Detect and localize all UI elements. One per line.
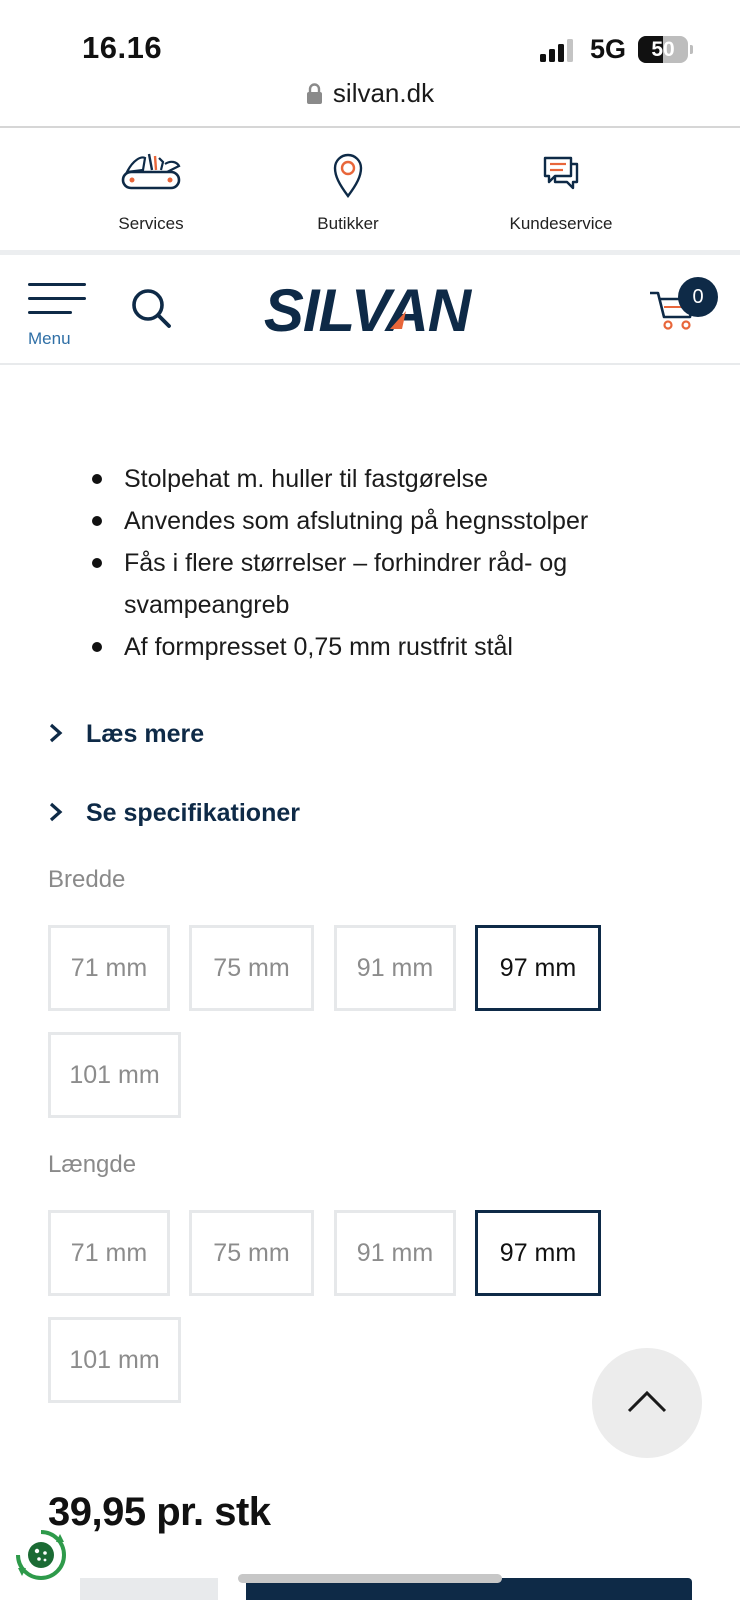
menu-bar-icon [28,311,72,314]
width-option-75[interactable]: 75 mm [189,925,314,1011]
width-option-91[interactable]: 91 mm [334,925,456,1011]
lock-icon [306,83,322,104]
home-indicator [238,1574,502,1583]
battery-tip [690,45,693,54]
list-item: Stolpehat m. huller til fastgørelse [92,458,712,500]
battery-level: 50 [651,38,675,61]
width-label: Bredde [48,866,126,893]
read-more-link[interactable]: Læs mere [48,717,268,757]
chevron-right-icon [49,723,63,743]
quantity-box[interactable] [80,1578,218,1600]
quick-nav-kundeservice[interactable]: Kundeservice [496,150,626,234]
quick-nav-services[interactable]: Services [98,150,204,234]
status-bar: 16.16 5G 50 [0,0,740,80]
cookie-consent-icon[interactable] [12,1526,70,1584]
url-bar[interactable]: silvan.dk [0,78,740,126]
list-item: Anvendes som afslutning på hegnsstolper [92,500,712,542]
chat-icon [543,156,579,190]
menu-bar-icon [28,297,86,300]
url-text: silvan.dk [332,78,435,108]
length-label: Længde [48,1151,137,1178]
site-header: Menu SILVAN [0,255,740,365]
quick-nav-label: Butikker [317,214,379,233]
silvan-logo[interactable]: SILVAN [252,277,482,343]
specifications-label: Se specifikationer [86,799,300,827]
battery-icon: 50 [638,36,688,63]
width-option-97-selected[interactable]: 97 mm [475,925,601,1011]
status-time: 16.16 [82,30,163,65]
length-option-101[interactable]: 101 mm [48,1317,181,1403]
signal-icon [540,39,573,62]
length-option-75[interactable]: 75 mm [189,1210,314,1296]
product-features-list: Stolpehat m. huller til fastgørelse Anve… [92,458,712,668]
knife-icon [121,153,181,190]
quick-nav-butikker[interactable]: Butikker [298,150,398,234]
chevron-right-icon [49,802,63,822]
width-option-101[interactable]: 101 mm [48,1032,181,1118]
menu-button[interactable]: Menu [28,283,88,353]
scroll-to-top-button[interactable] [592,1348,702,1458]
width-option-71[interactable]: 71 mm [48,925,170,1011]
menu-label: Menu [28,329,71,348]
length-option-91[interactable]: 91 mm [334,1210,456,1296]
product-price: 39,95 pr. stk [48,1490,271,1534]
list-item: Fås i flere størrelser – forhindrer råd-… [92,542,712,626]
quick-nav-label: Services [118,214,184,233]
search-icon[interactable] [130,287,172,329]
map-pin-icon [333,153,363,199]
cart-count-badge[interactable]: 0 [678,277,718,317]
quick-nav-label: Kundeservice [509,214,613,233]
chevron-up-icon [627,1390,667,1413]
read-more-label: Læs mere [86,720,205,748]
length-option-71[interactable]: 71 mm [48,1210,170,1296]
list-item: Af formpresset 0,75 mm rustfrit stål [92,626,712,668]
menu-bar-icon [28,283,86,286]
network-type: 5G [590,34,627,64]
quick-nav: Services Butikker Kundeservice [0,128,740,252]
length-option-97-selected[interactable]: 97 mm [475,1210,601,1296]
specifications-link[interactable]: Se specifikationer [48,796,378,836]
svg-text:SILVAN: SILVAN [264,277,473,343]
